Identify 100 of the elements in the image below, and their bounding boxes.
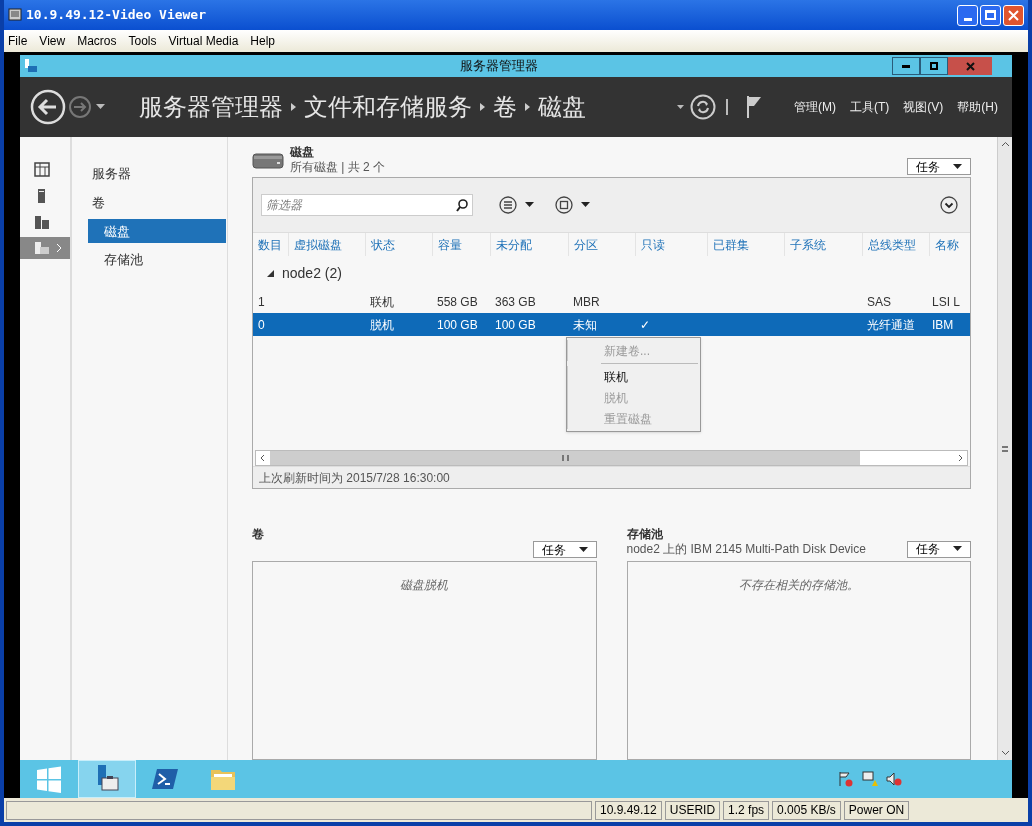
dashboard-icon: [34, 162, 50, 178]
column-header[interactable]: 分区: [568, 233, 635, 256]
network-warning-icon[interactable]: [862, 771, 878, 787]
taskbar-button[interactable]: [78, 760, 136, 798]
close-icon: [1008, 9, 1019, 21]
column-header[interactable]: 状态: [365, 233, 432, 256]
table-cell: 100 GB: [495, 317, 536, 332]
sidebar-tab[interactable]: [20, 237, 70, 259]
status-field: 0.005 KB/s: [772, 800, 841, 820]
nav-item[interactable]: 存储池: [88, 248, 226, 272]
section-title: 卷: [252, 526, 265, 541]
header-menu-item[interactable]: 视图(V): [903, 98, 944, 116]
group-label: node2 (2): [282, 263, 342, 283]
breadcrumb-link[interactable]: 文件和存储服务: [304, 89, 472, 125]
flag-error-icon[interactable]: [838, 771, 854, 787]
menu-item[interactable]: View: [39, 32, 66, 50]
scrollbar-thumb[interactable]: [270, 451, 860, 465]
close-icon: [965, 61, 975, 71]
scrollbar-grip[interactable]: [1002, 445, 1008, 452]
header-menu-item[interactable]: 帮助(H): [957, 98, 998, 116]
table-cell: LSI L: [932, 294, 961, 309]
speaker-muted-icon[interactable]: [886, 771, 902, 787]
save-options-icon[interactable]: [555, 196, 591, 214]
column-header[interactable]: 总线类型: [862, 233, 929, 256]
monitor-icon: [8, 8, 22, 22]
table-cell: 联机: [370, 294, 394, 309]
table-cell: 未知: [573, 317, 597, 332]
column-header[interactable]: 已群集: [707, 233, 784, 256]
dropdown-icon[interactable]: [96, 104, 105, 110]
nav-item[interactable]: 卷: [88, 190, 226, 215]
empty-message: 不存在相关的存储池。: [738, 577, 859, 594]
breadcrumb-separator-icon: [480, 103, 485, 111]
check-mark: ✓: [640, 317, 650, 332]
column-header[interactable]: 数目: [253, 233, 288, 256]
close-button[interactable]: [948, 57, 992, 75]
nav-item[interactable]: 服务器: [88, 161, 226, 186]
context-menu-item[interactable]: 联机: [567, 366, 700, 387]
scroll-up-icon[interactable]: [1000, 141, 1010, 147]
column-header[interactable]: 只读: [635, 233, 707, 256]
tasks-button[interactable]: 任务: [532, 541, 597, 558]
forward-icon[interactable]: [68, 95, 92, 119]
status-field: USERID: [664, 800, 721, 820]
table-row[interactable]: 0 脱机 100 GB 100 GB 未知 ✓ 光纤通道 IBM: [253, 313, 970, 336]
header-menu-item[interactable]: 管理(M): [794, 98, 836, 116]
column-header[interactable]: 名称: [929, 233, 966, 256]
table-row[interactable]: 1 联机 558 GB 363 GB MBR SAS LSI L: [253, 290, 970, 313]
tasks-button[interactable]: 任务: [907, 158, 971, 175]
empty-message: 磁盘脱机: [400, 577, 449, 594]
filter-box[interactable]: 筛选器: [261, 194, 473, 216]
status-field: Power ON: [843, 800, 910, 820]
table-cell: 363 GB: [495, 294, 536, 309]
vertical-scrollbar[interactable]: [997, 137, 1012, 760]
menu-item[interactable]: Macros: [77, 32, 117, 50]
caret-icon: [953, 546, 962, 552]
section-title: 磁盘: [290, 144, 315, 160]
header-menu-item[interactable]: 工具(T): [850, 98, 890, 116]
caret-icon: [953, 163, 962, 170]
table-cell: 1: [258, 294, 265, 309]
menu-item[interactable]: File: [8, 32, 28, 50]
refresh-icon[interactable]: [690, 94, 716, 120]
dropdown-icon[interactable]: [677, 104, 684, 110]
table-cell: MBR: [573, 294, 600, 309]
refresh-time: 上次刷新时间为 2015/7/28 16:30:00: [253, 466, 970, 488]
collapse-icon[interactable]: [267, 269, 274, 277]
flag-icon[interactable]: [746, 96, 762, 118]
search-icon: [456, 198, 468, 212]
table-cell: 558 GB: [437, 294, 478, 309]
breadcrumb-separator-icon: [525, 103, 530, 111]
section-subtitle: node2 上的 IBM 2145 Multi-Path Disk Device: [626, 541, 866, 558]
filter-field[interactable]: 筛选器: [266, 196, 456, 214]
column-header[interactable]: 虚拟磁盘: [288, 233, 365, 256]
breadcrumb-link[interactable]: 服务器管理器: [139, 89, 283, 125]
breadcrumb-link[interactable]: 磁盘: [538, 89, 586, 125]
back-icon[interactable]: [30, 89, 66, 125]
table-cell: 脱机: [370, 317, 394, 332]
maximize-button[interactable]: [980, 4, 1001, 26]
column-header[interactable]: 未分配: [490, 233, 568, 256]
app-icon: [24, 59, 38, 73]
breadcrumb-separator-icon: [291, 103, 296, 111]
nav-item[interactable]: 磁盘: [88, 219, 226, 244]
close-button[interactable]: [1003, 4, 1024, 26]
menu-item[interactable]: Virtual Media: [168, 32, 239, 50]
column-header[interactable]: 子系统: [784, 233, 862, 256]
chevron-icon: [56, 243, 62, 253]
breadcrumb-link[interactable]: 卷: [493, 89, 517, 125]
menu-item[interactable]: Tools: [128, 32, 157, 50]
tasks-button[interactable]: 任务: [907, 540, 971, 558]
start-icon: [35, 764, 63, 794]
window-title: 10.9.49.12-Video Viewer: [26, 6, 206, 25]
table-cell: 光纤通道: [867, 317, 915, 332]
section-subtitle: 所有磁盘 | 共 2 个: [290, 160, 386, 174]
expand-icon[interactable]: [940, 196, 958, 214]
list-options-icon[interactable]: [499, 196, 535, 214]
scroll-down-icon[interactable]: [1000, 750, 1010, 756]
minimize-button[interactable]: [892, 57, 920, 75]
servers-icon: [34, 214, 50, 230]
menu-item[interactable]: Help: [250, 32, 275, 50]
status-field: 10.9.49.12: [595, 800, 662, 820]
table-cell: 0: [258, 317, 265, 332]
column-header[interactable]: 容量: [432, 233, 490, 256]
